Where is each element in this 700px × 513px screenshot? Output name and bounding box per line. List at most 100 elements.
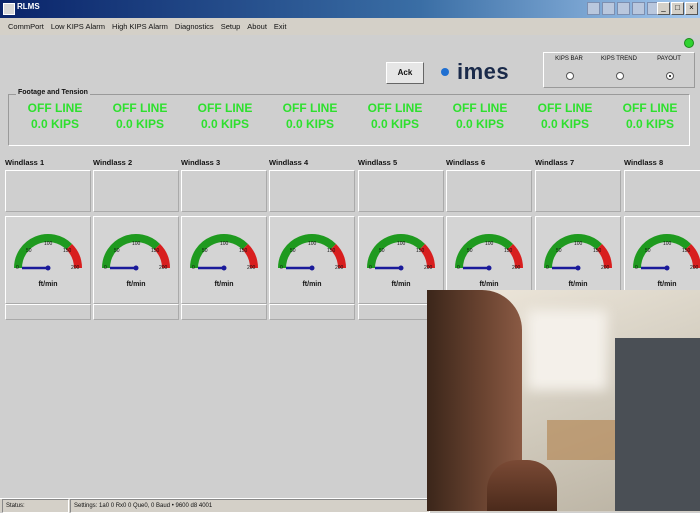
tension-value: 0.0 KIPS xyxy=(540,117,590,131)
tension-value: 0.0 KIPS xyxy=(370,117,420,131)
minimize-button[interactable]: _ xyxy=(657,2,670,15)
gauge-tick-label: 0 xyxy=(104,265,107,271)
windlass-info-panel xyxy=(358,170,444,212)
gauge-hub xyxy=(133,265,139,271)
radio-payout[interactable] xyxy=(666,72,674,80)
tension-status: OFF LINE xyxy=(452,101,508,115)
tension-value: 0.0 KIPS xyxy=(115,117,165,131)
gauge-tick-label: 50 xyxy=(26,248,32,254)
ack-button[interactable]: Ack xyxy=(386,62,424,84)
windlass-column: Windlass 6 0 50 100 150 200 ft/min xyxy=(446,158,532,320)
gauge-dial: 0 50 100 150 200 xyxy=(190,234,258,271)
gauge-dial: 0 50 100 150 200 xyxy=(544,234,612,271)
photo-overlay xyxy=(427,290,700,511)
view-mode-label: KIPS BAR xyxy=(555,56,583,62)
menu-exit[interactable]: Exit xyxy=(274,22,287,31)
tension-status: OFF LINE xyxy=(27,101,83,115)
menu-about[interactable]: About xyxy=(247,22,267,31)
gauge-tick-label: 100 xyxy=(132,241,141,247)
gauge-hub xyxy=(221,265,227,271)
logo-dot-icon xyxy=(441,68,449,76)
menu-bar: CommPort Low KIPS Alarm High KIPS Alarm … xyxy=(0,18,700,35)
windlass-footer-panel xyxy=(269,304,355,320)
gauge-dial: 0 50 100 150 200 xyxy=(367,234,435,271)
gauge-tick-label: 200 xyxy=(71,265,80,271)
gauge-tick-label: 100 xyxy=(397,241,406,247)
gauge-tick-label: 50 xyxy=(290,248,296,254)
photo-shelf xyxy=(547,420,617,460)
gauge-tick-label: 150 xyxy=(151,248,160,254)
tension-status: OFF LINE xyxy=(367,101,423,115)
windlass-title: Windlass 1 xyxy=(5,158,45,167)
windlass-footer-panel xyxy=(181,304,267,320)
gauge-tick-label: 150 xyxy=(682,248,691,254)
gauge-tick-label: 50 xyxy=(202,248,208,254)
gauge-tick-label: 50 xyxy=(114,248,120,254)
tray-icon[interactable] xyxy=(602,2,615,15)
gauge-tick-label: 150 xyxy=(63,248,72,254)
gauge-tick-label: 200 xyxy=(335,265,344,271)
gauge-dial: 0 50 100 150 200 xyxy=(102,234,170,271)
gauge-tick-label: 100 xyxy=(574,241,583,247)
tension-status: OFF LINE xyxy=(622,101,678,115)
windlass-title: Windlass 2 xyxy=(93,158,133,167)
windlass-title: Windlass 5 xyxy=(358,158,398,167)
gauge-dial: 0 50 100 150 200 xyxy=(633,234,700,271)
gauge-unit-label: ft/min xyxy=(657,281,677,288)
windlass-column: Windlass 5 0 50 100 150 200 ft/min xyxy=(358,158,444,320)
windlass-column: Windlass 4 0 50 100 150 200 ft/min xyxy=(269,158,355,320)
windlass-column: Windlass 2 0 50 100 150 200 ft/min xyxy=(93,158,179,320)
gauge-tick-label: 200 xyxy=(247,265,256,271)
radio-kips-bar[interactable] xyxy=(566,72,574,80)
menu-commport[interactable]: CommPort xyxy=(8,22,44,31)
gauge-tick-label: 200 xyxy=(601,265,610,271)
gauge-tick-label: 50 xyxy=(467,248,473,254)
windlass-title: Windlass 4 xyxy=(269,158,309,167)
tension-readout: OFF LINE 0.0 KIPS xyxy=(185,100,265,132)
gauge-tick-label: 0 xyxy=(369,265,372,271)
tension-value: 0.0 KIPS xyxy=(285,117,335,131)
radio-kips-trend[interactable] xyxy=(616,72,624,80)
gauge-tick-label: 50 xyxy=(556,248,562,254)
tension-value: 0.0 KIPS xyxy=(200,117,250,131)
windlass-column: Windlass 3 0 50 100 150 200 ft/min xyxy=(181,158,267,320)
gauge-unit-label: ft/min xyxy=(479,281,499,288)
gauge-tick-label: 0 xyxy=(192,265,195,271)
view-mode-group: KIPS BAR KIPS TREND PAYOUT xyxy=(543,52,695,88)
tray-icon[interactable] xyxy=(632,2,645,15)
maximize-button[interactable]: □ xyxy=(671,2,684,15)
gauge-tick-label: 200 xyxy=(512,265,521,271)
photo-tube xyxy=(487,460,557,511)
close-button[interactable]: × xyxy=(685,2,698,15)
photo-monitor xyxy=(615,338,700,511)
gauge-tick-label: 100 xyxy=(308,241,317,247)
gauge-tick-label: 150 xyxy=(593,248,602,254)
connection-led-icon xyxy=(684,38,694,48)
gauge-tick-label: 200 xyxy=(424,265,433,271)
app-icon xyxy=(3,3,15,15)
menu-diagnostics[interactable]: Diagnostics xyxy=(175,22,214,31)
windlass-info-panel xyxy=(535,170,621,212)
tray-icon[interactable] xyxy=(587,2,600,15)
gauge-unit-label: ft/min xyxy=(391,281,411,288)
gauge-tick-label: 150 xyxy=(416,248,425,254)
menu-high-kips-alarm[interactable]: High KIPS Alarm xyxy=(112,22,168,31)
menu-setup[interactable]: Setup xyxy=(221,22,241,31)
gauge-hub xyxy=(486,265,492,271)
tray-icon[interactable] xyxy=(617,2,630,15)
gauge-hub xyxy=(45,265,51,271)
tension-value: 0.0 KIPS xyxy=(625,117,675,131)
tension-readout: OFF LINE 0.0 KIPS xyxy=(525,100,605,132)
taskbar-icons xyxy=(587,2,660,15)
gauge-tick-label: 50 xyxy=(645,248,651,254)
gauge-tick-label: 0 xyxy=(16,265,19,271)
gauge-tick-label: 0 xyxy=(546,265,549,271)
gauge-hub xyxy=(575,265,581,271)
windlass-column: Windlass 1 0 50 100 150 200 ft/min xyxy=(5,158,91,320)
gauge-hub xyxy=(309,265,315,271)
tension-readout: OFF LINE 0.0 KIPS xyxy=(355,100,435,132)
speed-gauge: 0 50 100 150 200 ft/min xyxy=(93,216,179,304)
gauge-unit-label: ft/min xyxy=(126,281,146,288)
windlass-footer-panel xyxy=(93,304,179,320)
menu-low-kips-alarm[interactable]: Low KIPS Alarm xyxy=(51,22,105,31)
